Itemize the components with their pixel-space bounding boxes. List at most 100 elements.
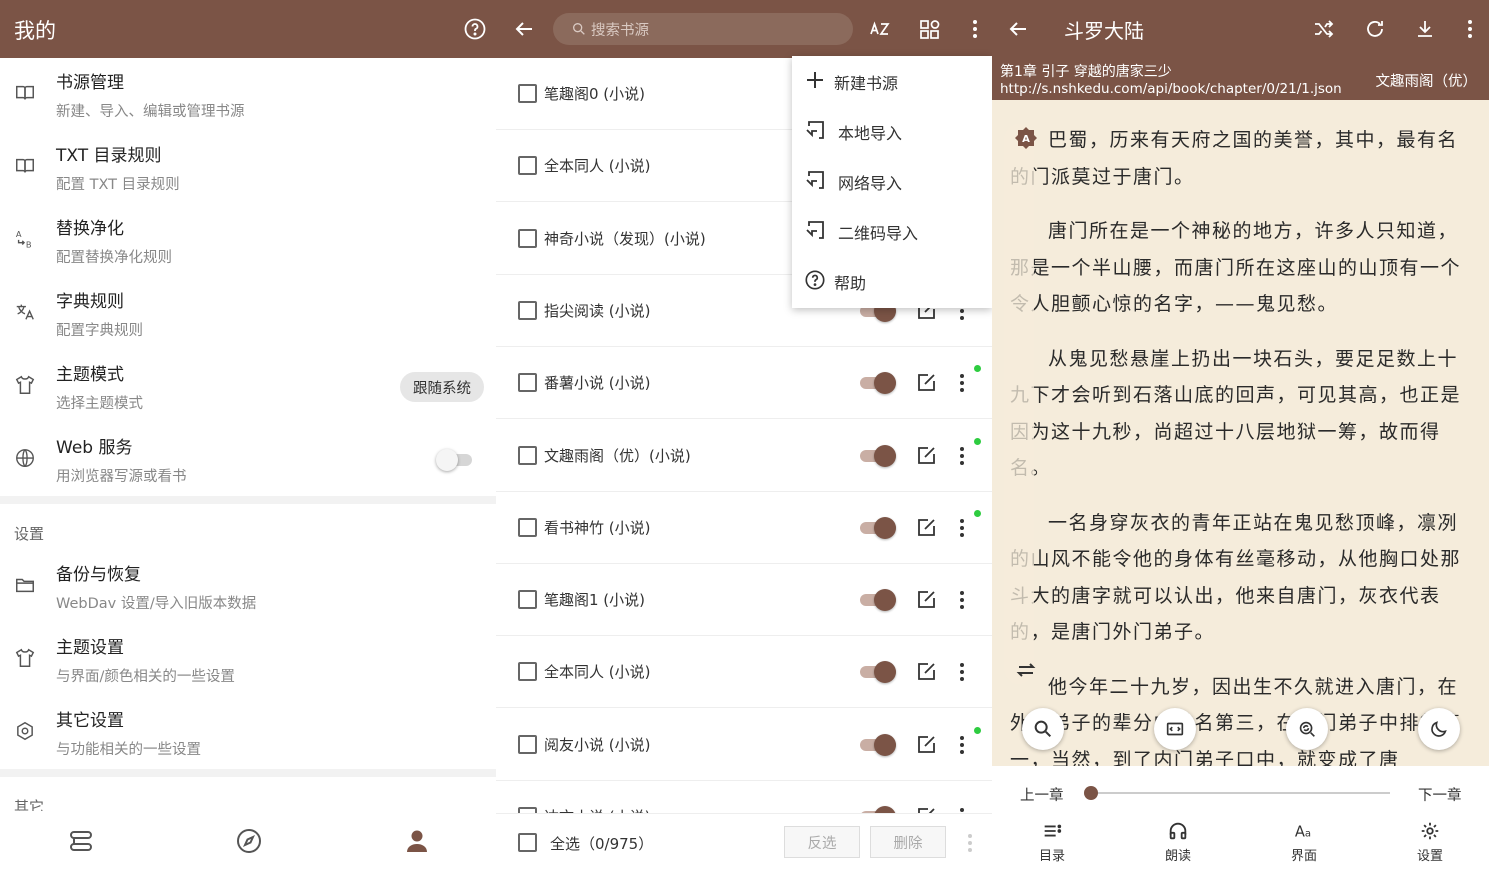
my-panel: 我的 书源管理 新建、导入、编辑或管理书源 TXT 目录规则 配置 TXT 目录… [0, 0, 496, 871]
web-service-toggle[interactable] [436, 449, 472, 471]
more-vert-icon[interactable] [958, 831, 982, 855]
menu-item-web-service[interactable]: Web 服务 用浏览器写源或看书 [0, 423, 496, 495]
menu-new-source[interactable]: 新建书源 [792, 56, 992, 106]
more-vert-icon[interactable] [950, 444, 974, 468]
shuffle-icon[interactable] [1308, 13, 1340, 45]
source-enable-switch[interactable] [860, 733, 898, 757]
auto-scroll-icon[interactable] [1154, 708, 1196, 750]
night-mode-icon[interactable] [1418, 708, 1460, 750]
more-vert-icon[interactable] [950, 371, 974, 395]
source-enable-switch[interactable] [860, 588, 898, 612]
menu-item-replace[interactable]: AB 替换净化 配置替换净化规则 [0, 204, 496, 276]
menu-item-theme-settings[interactable]: 主题设置 与界面/颜色相关的一些设置 [0, 623, 496, 695]
source-checkbox[interactable] [518, 590, 537, 610]
sort-az-icon[interactable] [864, 13, 896, 45]
more-vert-icon[interactable] [1454, 13, 1486, 45]
settings-label: 设置 [1416, 849, 1443, 864]
menu-item-book-source[interactable]: 书源管理 新建、导入、编辑或管理书源 [0, 58, 496, 130]
more-vert-icon[interactable] [959, 13, 991, 45]
source-name: 番薯小说 (小说) [544, 374, 651, 393]
bookshelf-icon[interactable] [65, 825, 97, 857]
theme-mode-value[interactable]: 跟随系统 [400, 372, 484, 402]
profile-icon[interactable] [401, 825, 433, 857]
source-row[interactable]: 文趣雨阁（优）(小说) [496, 420, 992, 492]
invert-selection-button[interactable]: 反选 [784, 826, 860, 858]
more-vert-icon[interactable] [950, 733, 974, 757]
menu-item-txt-rules[interactable]: TXT 目录规则 配置 TXT 目录规则 [0, 131, 496, 203]
menu-network-import[interactable]: 网络导入 [792, 156, 992, 206]
reader-control-bar: 上一章 下一章 目录 朗读 Aa 界面 设置 [992, 766, 1489, 871]
more-vert-icon[interactable] [950, 588, 974, 612]
source-row[interactable]: 笔趣阁1 (小说) [496, 564, 992, 637]
edit-icon[interactable] [914, 516, 938, 540]
page-title: 我的 [14, 19, 56, 43]
swap-icon[interactable] [1014, 658, 1038, 682]
source-checkbox[interactable] [518, 156, 537, 176]
menu-item-subtitle: 用浏览器写源或看书 [56, 469, 187, 485]
search-input[interactable]: 搜索书源 [553, 13, 853, 45]
source-checkbox[interactable] [518, 517, 537, 537]
read-aloud-button[interactable]: 朗读 [1148, 820, 1208, 864]
search-content-icon[interactable] [1022, 708, 1064, 750]
edit-icon[interactable] [914, 371, 938, 395]
menu-item-dictionary[interactable]: 字典规则 配置字典规则 [0, 277, 496, 349]
select-all-label: 全选（0/975） [550, 835, 654, 853]
menu-qr-import[interactable]: 二维码导入 [792, 206, 992, 256]
source-row[interactable]: 全本同人 (小说) [496, 636, 992, 709]
replace-icon: AB [14, 228, 38, 252]
more-vert-icon[interactable] [950, 516, 974, 540]
source-row[interactable]: 番薯小说 (小说) [496, 347, 992, 420]
source-enable-switch[interactable] [860, 660, 898, 684]
menu-item-title: 备份与恢复 [56, 565, 141, 585]
interface-button[interactable]: Aa 界面 [1274, 820, 1334, 865]
online-status-dot [974, 509, 981, 517]
source-checkbox[interactable] [518, 662, 537, 682]
source-checkbox[interactable] [518, 445, 537, 465]
menu-local-import[interactable]: 本地导入 [792, 106, 992, 156]
source-enable-switch[interactable] [860, 371, 898, 395]
import-icon [804, 169, 826, 191]
source-row[interactable]: 阅友小说 (小说) [496, 709, 992, 781]
edit-icon[interactable] [914, 444, 938, 468]
catalog-button[interactable]: 目录 [1022, 820, 1082, 864]
gear-icon [1421, 822, 1439, 840]
edit-icon[interactable] [914, 588, 938, 612]
source-enable-switch[interactable] [860, 444, 898, 468]
source-checkbox[interactable] [518, 734, 537, 754]
back-arrow-icon[interactable] [1002, 13, 1034, 45]
source-row[interactable]: 看书神竹 (小说) [496, 492, 992, 564]
refresh-icon[interactable] [1359, 13, 1391, 45]
auto-page-icon[interactable]: A [1014, 126, 1038, 150]
headphones-icon [1169, 822, 1187, 840]
source-enable-switch[interactable] [860, 516, 898, 540]
source-name[interactable]: 文趣雨阁（优） [1376, 70, 1478, 91]
menu-item-backup[interactable]: 备份与恢复 WebDav 设置/导入旧版本数据 [0, 550, 496, 622]
menu-help[interactable]: 帮助 [792, 256, 992, 306]
next-chapter-button[interactable]: 下一章 [1418, 784, 1462, 805]
import-icon [804, 219, 826, 241]
source-checkbox[interactable] [518, 300, 537, 320]
paragraph: 巴蜀，历来有天府之国的美誉，其中，最有名的门派莫过于唐门。 [1010, 129, 1459, 188]
edit-icon[interactable] [914, 660, 938, 684]
settings-button[interactable]: 设置 [1400, 820, 1460, 864]
menu-item-other-settings[interactable]: 其它设置 与功能相关的一些设置 [0, 696, 496, 768]
help-circle-icon[interactable] [459, 13, 491, 45]
read-aloud-label: 朗读 [1164, 849, 1191, 864]
source-checkbox[interactable] [518, 373, 537, 393]
chapter-progress-slider[interactable] [1084, 786, 1390, 800]
edit-icon[interactable] [914, 733, 938, 757]
progress-knob[interactable] [1084, 786, 1098, 800]
explore-icon[interactable] [233, 825, 265, 857]
replace-search-icon[interactable] [1286, 708, 1328, 750]
back-arrow-icon[interactable] [508, 13, 540, 45]
download-icon[interactable] [1409, 13, 1441, 45]
more-vert-icon[interactable] [950, 660, 974, 684]
search-icon [573, 22, 585, 35]
delete-button[interactable]: 删除 [870, 826, 946, 858]
group-icon[interactable] [914, 13, 946, 45]
prev-chapter-button[interactable]: 上一章 [1020, 784, 1064, 805]
select-all-checkbox[interactable] [518, 833, 537, 852]
source-checkbox[interactable] [518, 84, 537, 103]
chapter-url[interactable]: http://s.nshkedu.com/api/book/chapter/0/… [1000, 81, 1342, 97]
source-checkbox[interactable] [518, 228, 537, 248]
